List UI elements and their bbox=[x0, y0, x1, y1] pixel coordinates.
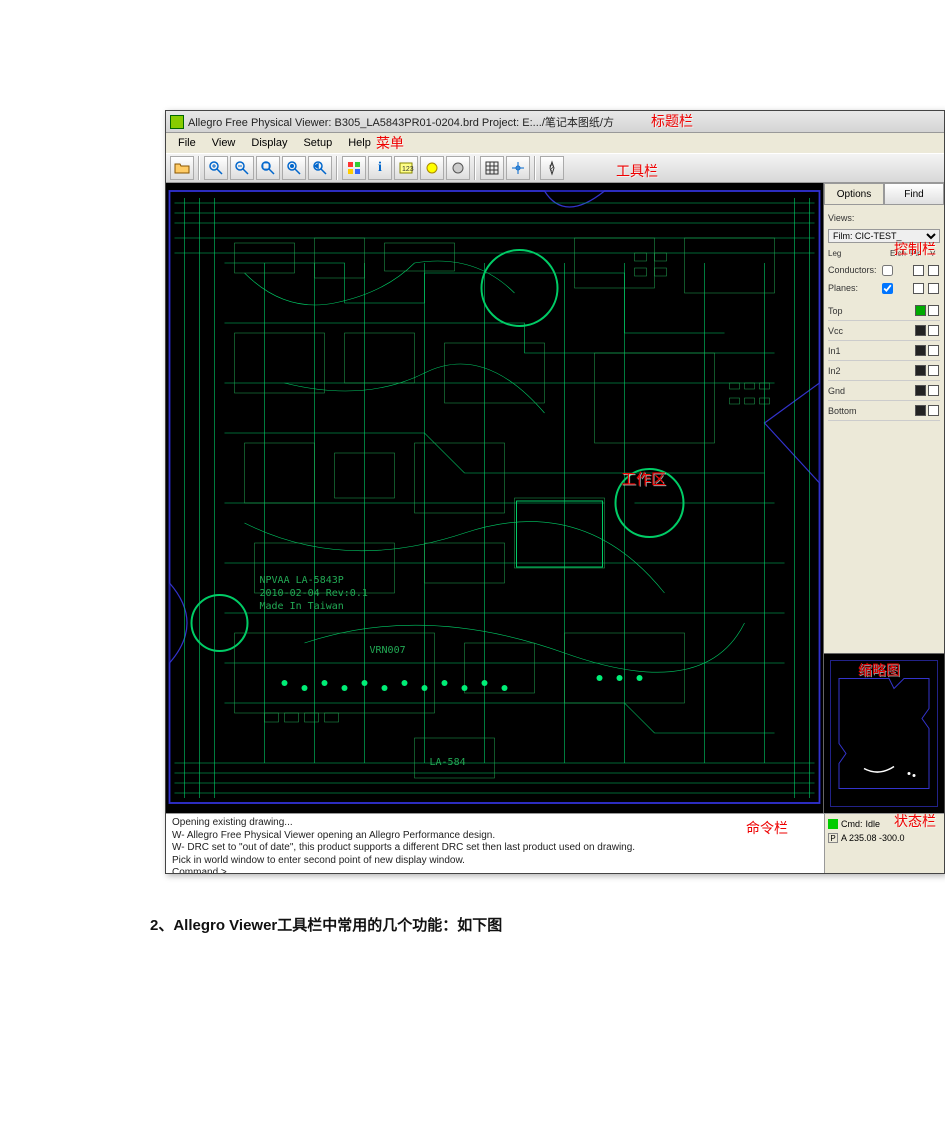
app-window: Allegro Free Physical Viewer: B305_LA584… bbox=[165, 110, 945, 874]
tb-help[interactable]: ? bbox=[540, 156, 564, 180]
menu-setup[interactable]: Setup bbox=[295, 135, 340, 151]
views-label: Views: bbox=[828, 213, 880, 223]
conductors-chk[interactable] bbox=[882, 265, 893, 276]
tb-zoom-prev[interactable] bbox=[308, 156, 332, 180]
conductors-label: Conductors: bbox=[828, 265, 880, 275]
cmd-prompt: Command > bbox=[172, 867, 818, 873]
cmd-label: Cmd: bbox=[841, 819, 863, 829]
tb-zoom-in[interactable] bbox=[204, 156, 228, 180]
cmd-value: Idle bbox=[866, 819, 881, 829]
tb-measure[interactable]: 123 bbox=[394, 156, 418, 180]
cmd-line-1: W- Allegro Free Physical Viewer opening … bbox=[172, 830, 818, 843]
svg-text:NPVAA LA-5843P: NPVAA LA-5843P bbox=[260, 575, 344, 586]
minimap[interactable]: 缩略图 bbox=[824, 653, 944, 813]
titlebar-text: Allegro Free Physical Viewer: B305_LA584… bbox=[188, 114, 614, 130]
titlebar: Allegro Free Physical Viewer: B305_LA584… bbox=[166, 111, 944, 133]
tb-zoom-fit[interactable] bbox=[256, 156, 280, 180]
layer-bottom: Bottom bbox=[828, 406, 914, 416]
tb-info[interactable]: i bbox=[368, 156, 392, 180]
coords: A 235.08 -300.0 bbox=[841, 833, 905, 843]
tb-zoom-out[interactable] bbox=[230, 156, 254, 180]
side-panel: Options Find 控制栏 Views: Film: CIC-TEST_ … bbox=[824, 183, 944, 813]
tb-unhighlight[interactable] bbox=[446, 156, 470, 180]
main-area: 工作区 bbox=[166, 183, 944, 813]
planes-cb1[interactable] bbox=[913, 283, 924, 294]
legend-label: Leg bbox=[828, 249, 888, 258]
layer-vcc: Vcc bbox=[828, 326, 914, 336]
tb-zoom-world[interactable] bbox=[282, 156, 306, 180]
menu-view[interactable]: View bbox=[204, 135, 244, 151]
tb-grid[interactable] bbox=[480, 156, 504, 180]
layer-in2: In2 bbox=[828, 366, 914, 376]
menu-display[interactable]: Display bbox=[243, 135, 295, 151]
menubar: File View Display Setup Help bbox=[166, 133, 944, 153]
svg-text:2010-02-04 Rev:0.1: 2010-02-04 Rev:0.1 bbox=[260, 588, 368, 599]
views-select[interactable]: Film: CIC-TEST_ bbox=[828, 229, 940, 243]
menu-file[interactable]: File bbox=[170, 135, 204, 151]
tb-open[interactable] bbox=[170, 156, 194, 180]
tab-options[interactable]: Options bbox=[824, 183, 884, 204]
svg-text:Made In Taiwan: Made In Taiwan bbox=[260, 601, 344, 612]
cmd-line-2: W- DRC set to "out of date", this produc… bbox=[172, 842, 818, 855]
toolbar: i 123 ? bbox=[166, 153, 944, 183]
tb-findxy[interactable] bbox=[506, 156, 530, 180]
status-led-icon bbox=[828, 819, 838, 829]
layer-gnd: Gnd bbox=[828, 386, 914, 396]
menu-help[interactable]: Help bbox=[340, 135, 379, 151]
pcb-canvas[interactable]: 工作区 bbox=[166, 183, 824, 813]
tab-find[interactable]: Find bbox=[884, 183, 944, 204]
status-right: 状态栏 Cmd: Idle P A 235.08 -300.0 bbox=[824, 814, 944, 873]
planes-label: Planes: bbox=[828, 283, 880, 293]
command-pane[interactable]: 命令栏 Opening existing drawing... W- Alleg… bbox=[166, 814, 824, 873]
layer-top: Top bbox=[828, 306, 914, 316]
options-panel: 控制栏 Views: Film: CIC-TEST_ Leg Etch Pin … bbox=[824, 205, 944, 653]
cond-cb1[interactable] bbox=[913, 265, 924, 276]
layer-list: Top Vcc In1 In2 Gnd Bottom bbox=[828, 301, 940, 421]
tb-highlight[interactable] bbox=[420, 156, 444, 180]
planes-chk[interactable] bbox=[882, 283, 893, 294]
svg-text:VRN007: VRN007 bbox=[370, 645, 406, 656]
app-icon bbox=[170, 115, 184, 129]
layer-in1: In1 bbox=[828, 346, 914, 356]
tb-colors[interactable] bbox=[342, 156, 366, 180]
svg-text:?: ? bbox=[549, 163, 554, 173]
cmd-line-0: Opening existing drawing... bbox=[172, 817, 818, 830]
sidepanel-tabs: Options Find bbox=[824, 183, 944, 205]
planes-cb2[interactable] bbox=[928, 283, 939, 294]
cmd-line-3: Pick in world window to enter second poi… bbox=[172, 855, 818, 868]
statusbar: 命令栏 Opening existing drawing... W- Alleg… bbox=[166, 813, 944, 873]
svg-text:LA-584: LA-584 bbox=[430, 757, 466, 768]
cond-cb2[interactable] bbox=[928, 265, 939, 276]
p-label[interactable]: P bbox=[828, 833, 838, 843]
figure-caption: 2、Allegro Viewer工具栏中常用的几个功能：如下图 bbox=[150, 914, 945, 935]
svg-text:123: 123 bbox=[402, 166, 414, 173]
